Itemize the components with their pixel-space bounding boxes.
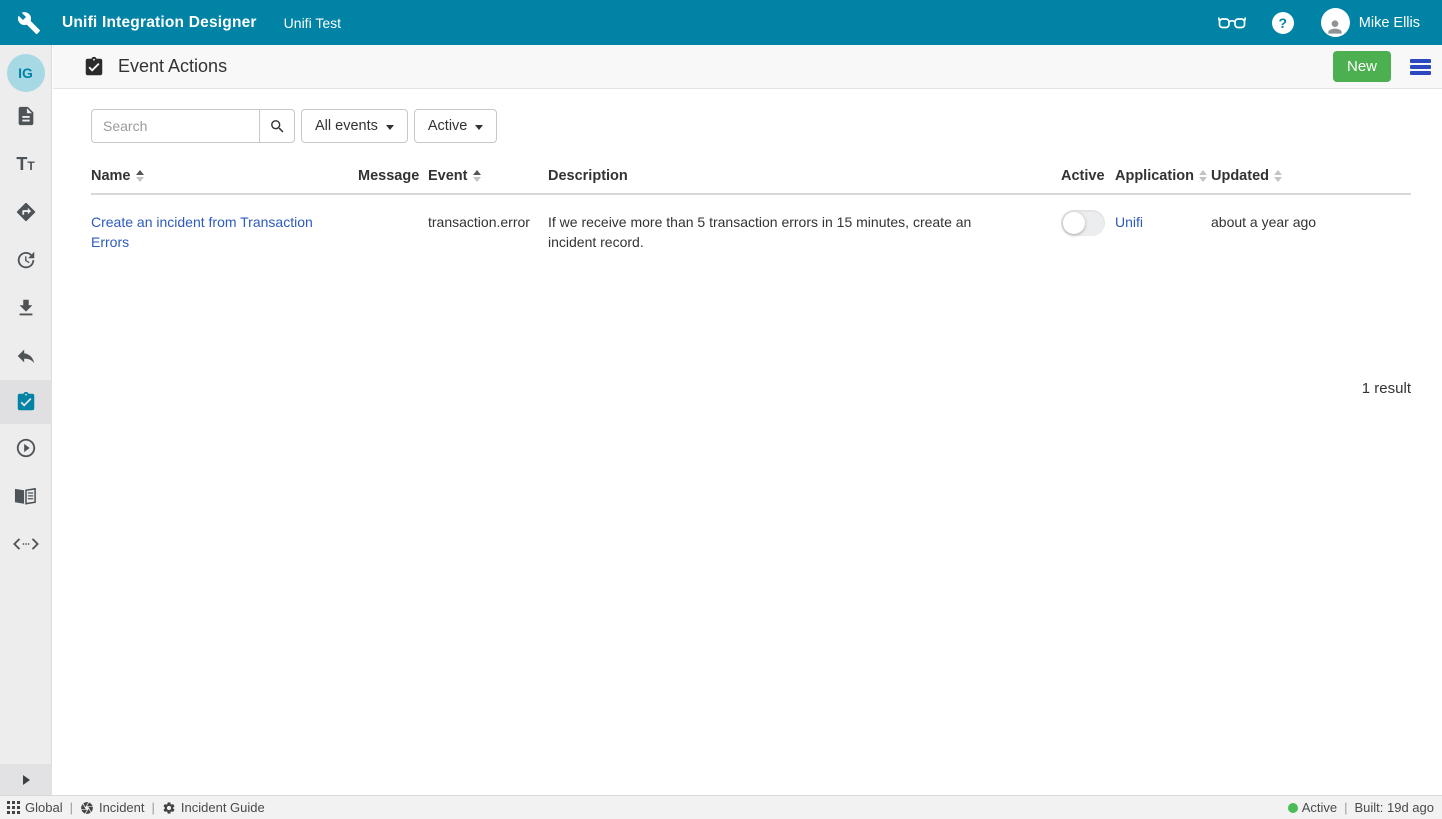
column-header-application[interactable]: Application — [1115, 168, 1211, 184]
event-filter-value: All events — [315, 118, 378, 134]
history-icon — [15, 249, 37, 271]
play-circle-icon — [15, 437, 37, 459]
collapse-arrow-icon — [23, 775, 30, 785]
cell-application: Unifi — [1115, 213, 1211, 252]
integration-label: Incident Guide — [181, 800, 265, 815]
status-filter-dropdown[interactable]: Active — [414, 109, 498, 143]
cell-name: Create an incident from Transaction Erro… — [91, 213, 358, 252]
search-icon — [269, 118, 286, 135]
undo-arrow-icon — [15, 345, 37, 367]
application-label: Incident — [99, 800, 145, 815]
scope-label: Global — [25, 800, 63, 815]
status-label: Active — [1302, 800, 1337, 815]
cell-message — [358, 213, 428, 252]
shutter-icon — [80, 801, 94, 815]
toggle-knob — [1063, 212, 1085, 234]
sort-icon — [473, 170, 481, 182]
sidebar-item-text-format[interactable]: TT — [0, 140, 52, 188]
sidebar-item-code[interactable] — [0, 520, 52, 568]
table-header-row: Name Message Event Description Active Ap… — [91, 168, 1411, 195]
build-info: Built: 19d ago — [1354, 800, 1434, 815]
new-button[interactable]: New — [1333, 51, 1391, 82]
result-count: 1 result — [91, 380, 1411, 397]
event-filter-dropdown[interactable]: All events — [301, 109, 408, 143]
book-icon — [14, 487, 37, 506]
directions-icon — [15, 201, 37, 223]
workspace-avatar[interactable]: IG — [7, 54, 45, 92]
sidebar-item-directions[interactable] — [0, 188, 52, 236]
status-dot-icon — [1288, 803, 1298, 813]
help-icon[interactable]: ? — [1272, 12, 1294, 34]
page-title: Event Actions — [118, 56, 227, 77]
glasses-icon[interactable] — [1218, 14, 1246, 32]
sidebar-item-history[interactable] — [0, 236, 52, 284]
menu-icon[interactable] — [1410, 57, 1431, 77]
active-toggle[interactable] — [1061, 210, 1105, 236]
application-link[interactable]: Unifi — [1115, 214, 1143, 230]
search-button[interactable] — [259, 109, 295, 143]
table-row: Create an incident from Transaction Erro… — [91, 195, 1411, 252]
sidebar-item-run[interactable] — [0, 424, 52, 472]
grid-icon — [7, 801, 20, 814]
status-filter-value: Active — [428, 118, 468, 134]
event-actions-icon — [83, 56, 105, 78]
column-header-name[interactable]: Name — [91, 168, 358, 184]
main-panel: Event Actions New All events Active — [53, 45, 1442, 795]
sidebar-item-documentation[interactable] — [0, 472, 52, 520]
app-title: Unifi Integration Designer — [62, 14, 257, 32]
status-footer: Global | Incident | Incident Guide Activ… — [0, 795, 1442, 819]
application-selector[interactable]: Incident — [80, 800, 145, 815]
column-header-active[interactable]: Active — [1061, 168, 1115, 184]
sort-icon — [1199, 170, 1207, 182]
column-header-description[interactable]: Description — [548, 168, 1061, 184]
column-header-message[interactable]: Message — [358, 168, 428, 184]
chevron-down-icon — [475, 125, 483, 130]
sidebar-collapse-button[interactable] — [0, 764, 52, 795]
scope-selector[interactable]: Global — [7, 800, 63, 815]
left-sidebar: IG TT — [0, 45, 52, 795]
page-header: Event Actions New — [53, 45, 1442, 89]
sidebar-item-download[interactable] — [0, 284, 52, 332]
wrench-icon[interactable] — [17, 11, 41, 35]
cell-updated: about a year ago — [1211, 213, 1411, 252]
column-header-event[interactable]: Event — [428, 168, 548, 184]
clipboard-check-icon — [15, 391, 37, 413]
cell-description: If we receive more than 5 transaction er… — [548, 213, 1061, 252]
gear-icon — [162, 801, 176, 815]
sidebar-item-event-actions[interactable] — [0, 380, 52, 424]
environment-name[interactable]: Unifi Test — [284, 15, 341, 31]
event-action-link[interactable]: Create an incident from Transaction Erro… — [91, 214, 313, 250]
sidebar-item-documents[interactable] — [0, 92, 52, 140]
user-name[interactable]: Mike Ellis — [1359, 15, 1420, 31]
sidebar-item-undo[interactable] — [0, 332, 52, 380]
document-icon — [15, 105, 37, 127]
top-navigation-bar: Unifi Integration Designer Unifi Test ? … — [0, 0, 1442, 45]
cell-event: transaction.error — [428, 213, 548, 252]
chevron-down-icon — [386, 125, 394, 130]
user-avatar[interactable] — [1321, 8, 1350, 37]
sort-icon — [1274, 170, 1282, 182]
column-header-updated[interactable]: Updated — [1211, 168, 1411, 184]
integration-selector[interactable]: Incident Guide — [162, 800, 265, 815]
code-icon — [13, 537, 39, 551]
sort-icon — [136, 170, 144, 182]
search-input[interactable] — [91, 109, 259, 143]
cell-active — [1061, 213, 1115, 252]
text-format-icon: TT — [16, 155, 34, 173]
filter-toolbar: All events Active — [91, 109, 1411, 143]
download-icon — [15, 297, 37, 319]
